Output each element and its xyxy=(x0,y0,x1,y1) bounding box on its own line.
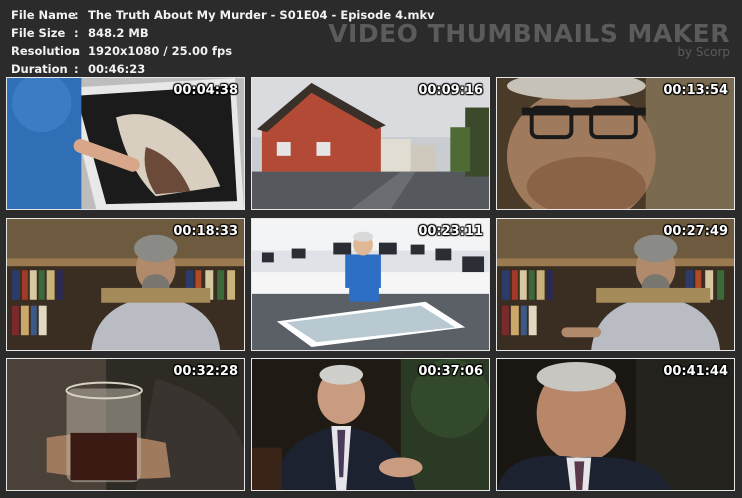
file-size-value: 848.2 MB xyxy=(88,26,149,40)
duration-value: 00:46:23 xyxy=(88,62,146,76)
separator: : xyxy=(74,62,79,76)
thumbnail-7-timestamp: 00:32:28 xyxy=(173,364,238,379)
thumbnail-4[interactable]: 00:18:33 xyxy=(6,218,245,351)
thumbnail-4-timestamp: 00:18:33 xyxy=(173,224,238,239)
thumbnail-9[interactable]: 00:41:44 xyxy=(496,358,735,491)
thumbnail-5[interactable]: 00:23:11 xyxy=(251,218,490,351)
thumbnail-1[interactable]: 00:04:38 xyxy=(6,77,245,210)
thumbnail-8-timestamp: 00:37:06 xyxy=(418,364,483,379)
resolution-label: Resolution xyxy=(11,44,81,58)
thumbnail-2[interactable]: 00:09:16 xyxy=(251,77,490,210)
thumbnail-9-timestamp: 00:41:44 xyxy=(663,364,728,379)
thumbnail-5-timestamp: 00:23:11 xyxy=(418,224,483,239)
brand-watermark: VIDEO THUMBNAILS MAKER by Scorp xyxy=(328,19,730,59)
thumbnail-8[interactable]: 00:37:06 xyxy=(251,358,490,491)
thumbnail-6-timestamp: 00:27:49 xyxy=(663,224,728,239)
file-name-label: File Name xyxy=(11,8,76,22)
resolution-value: 1920x1080 / 25.00 fps xyxy=(88,44,233,58)
file-size-label: File Size xyxy=(11,26,66,40)
separator: : xyxy=(74,8,79,22)
thumbnail-1-timestamp: 00:04:38 xyxy=(173,83,238,98)
brand-title: VIDEO THUMBNAILS MAKER xyxy=(328,19,730,48)
thumbnail-3[interactable]: 00:13:54 xyxy=(496,77,735,210)
thumbnail-6[interactable]: 00:27:49 xyxy=(496,218,735,351)
thumbnail-3-timestamp: 00:13:54 xyxy=(663,83,728,98)
thumbnail-2-timestamp: 00:09:16 xyxy=(418,83,483,98)
separator: : xyxy=(74,26,79,40)
duration-row: Duration : 00:46:23 xyxy=(11,60,435,78)
duration-label: Duration xyxy=(11,62,68,76)
separator: : xyxy=(74,44,79,58)
thumbnail-7[interactable]: 00:32:28 xyxy=(6,358,245,491)
